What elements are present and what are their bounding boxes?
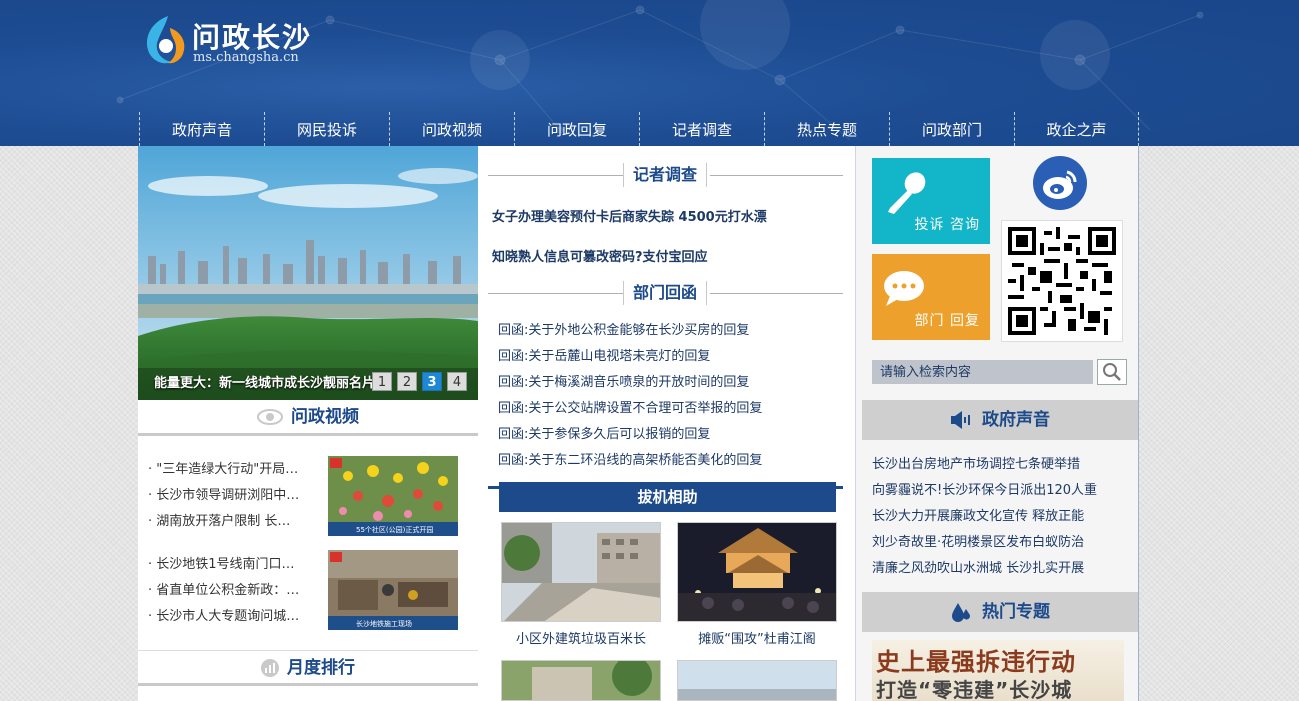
photo-caption[interactable]: 摊贩“围攻”杜甫江阁 [677,628,837,647]
nav-item-reporter[interactable]: 记者调查 [639,112,764,146]
banner-page-1[interactable]: 1 [372,372,392,391]
site-domain: ms.changsha.cn [193,50,299,65]
list-item[interactable]: · 省直单位公积金新政：… [148,578,318,604]
thumbnail-caption: 55个社区(公园)正式开园 [356,525,433,534]
monthly-rank-heading: 月度排行 [138,650,478,686]
speaker-icon [951,411,970,429]
dept-reply-label: 部门 回复 [914,313,980,329]
reporter-headline-2[interactable]: 知晓熟人信息可篡改密码?支付宝回应 [492,246,708,265]
photo-construction-waste[interactable] [501,522,661,622]
nav-item-enterprise[interactable]: 政企之声 [1014,112,1139,146]
list-item[interactable]: 向雾霾说不!长沙环保今日派出120人重 [872,478,1097,504]
video-section-title[interactable]: 问政视频 [291,407,359,427]
dept-reply-tile[interactable]: 部门 回复 [872,254,990,340]
divider [710,175,843,176]
weibo-icon[interactable] [1033,156,1087,210]
search-input[interactable] [872,360,1093,384]
main-nav: 政府声音 网民投诉 问政视频 问政回复 记者调查 热点专题 问政部门 政企之声 [139,112,1139,146]
water-drop-icon [952,603,970,622]
divider [488,293,623,294]
topic-line-1: 史上最强拆违行动 [876,648,1076,676]
list-item[interactable]: · 长沙市人大专题询问城… [148,604,318,630]
list-item[interactable]: 回函:关于参保多久后可以报销的回复 [498,422,762,448]
nav-item-complaints[interactable]: 网民投诉 [264,112,389,146]
nav-item-departments[interactable]: 问政部门 [889,112,1014,146]
video-thumbnail-flowers[interactable]: 55个社区(公园)正式开园 [328,456,458,536]
nav-item-videos[interactable]: 问政视频 [389,112,514,146]
video-section-heading: 问政视频 [138,400,478,436]
search-button[interactable] [1097,359,1127,385]
banner-page-4[interactable]: 4 [447,372,467,391]
gov-voice-title[interactable]: 政府声音 [982,410,1050,430]
list-item[interactable]: · 长沙地铁1号线南门口… [148,552,318,578]
microphone-icon [888,172,926,214]
list-item[interactable]: 刘少奇故里·花明楼景区发布白蚁防治 [872,530,1097,556]
city-banner[interactable]: 能量更大：新一线城市成长沙靓丽名片 1 2 3 4 [138,146,478,400]
thumbnail-caption: 长沙地铁施工现场 [356,619,412,628]
list-item[interactable]: · "三年造绿大行动"开局… [148,457,318,483]
topic-line-2: 打造“零违建”长沙城 [876,678,1073,701]
photo-vendors[interactable] [677,522,837,622]
bar-chart-icon [261,659,279,677]
eye-icon [257,409,283,425]
reporter-heading: 记者调查 [488,163,843,187]
qr-code [1001,220,1123,342]
site-logo-icon[interactable] [142,14,188,66]
list-item[interactable]: 回函:关于东二环沿线的高架桥能否美化的回复 [498,448,762,474]
nav-item-replies[interactable]: 问政回复 [514,112,639,146]
list-item[interactable]: · 长沙市领导调研浏阳中… [148,483,318,509]
nav-item-hot-topics[interactable]: 热点专题 [764,112,889,146]
video-thumbnail-metro[interactable]: 长沙地铁施工现场 [328,550,458,630]
list-item[interactable]: 回函:关于公交站牌设置不合理可否举报的回复 [498,396,762,422]
hot-topic-heading: 热门专题 [862,592,1138,632]
banner-page-3[interactable]: 3 [422,372,442,391]
photo-image [502,661,660,700]
video-news-list-2: · 长沙地铁1号线南门口… · 省直单位公积金新政：… · 长沙市人大专题询问城… [148,552,318,630]
city-skyline-image [138,146,478,400]
reporter-title[interactable]: 记者调查 [623,163,708,187]
topic-banner[interactable]: 史上最强拆违行动 打造“零违建”长沙城 [872,640,1124,701]
list-item[interactable]: 回函:关于外地公积金能够在长沙买房的回复 [498,318,762,344]
dept-reply-title[interactable]: 部门回函 [623,281,708,305]
monthly-rank-title[interactable]: 月度排行 [287,658,355,678]
night-market-image [678,523,836,621]
photo-image [678,661,836,700]
street-photo-image [502,523,660,621]
gov-voice-list: 长沙出台房地产市场调控七条硬举措 向雾霾说不!长沙环保今日派出120人重 长沙大… [872,452,1097,582]
complaint-consult-label: 投诉 咨询 [914,217,980,233]
reporter-headline-1[interactable]: 女子办理美容预付卡后商家失踪 4500元打水漂 [492,206,767,225]
video-news-list-1: · "三年造绿大行动"开局… · 长沙市领导调研浏阳中… · 湖南放开落户限制 … [148,457,318,535]
banner-pager: 1 2 3 4 [372,372,467,391]
divider [710,293,843,294]
site-header: 问政长沙 ms.changsha.cn 政府声音 网民投诉 问政视频 问政回复 … [0,0,1299,146]
list-item[interactable]: 回函:关于岳麓山电视塔未亮灯的回复 [498,344,762,370]
banner-caption[interactable]: 能量更大：新一线城市成长沙靓丽名片 [154,372,375,391]
dept-reply-heading: 部门回函 [488,281,843,305]
list-item[interactable]: 回函:关于梅溪湖音乐喷泉的开放时间的回复 [498,370,762,396]
list-item[interactable]: 清廉之风劲吹山水洲城 长沙扎实开展 [872,556,1097,582]
hot-topic-title[interactable]: 热门专题 [982,602,1050,622]
search-icon [1103,363,1121,381]
divider [488,175,623,176]
right-column: 投诉 咨询 部门 回复 请输入检索内容 政府声音 长沙出台房地产市场调控七条硬举… [855,146,1139,701]
left-column: 能量更大：新一线城市成长沙靓丽名片 1 2 3 4 问政视频 · "三年造绿大行… [138,146,478,701]
list-item[interactable]: 长沙大力开展廉政文化宣传 释放正能 [872,504,1097,530]
middle-column: 记者调查 女子办理美容预付卡后商家失踪 4500元打水漂 知晓熟人信息可篡改密码… [478,146,855,701]
list-item[interactable]: 长沙出台房地产市场调控七条硬举措 [872,452,1097,478]
photo-caption[interactable]: 小区外建筑垃圾百米长 [501,628,661,647]
qr-code-icon [1008,227,1116,335]
photo-third[interactable] [501,660,661,701]
weibo-logo-icon [1043,170,1077,199]
flower-garden-image: 55个社区(公园)正式开园 [328,456,458,536]
photo-fourth[interactable] [677,660,837,701]
gov-voice-heading: 政府声音 [862,400,1138,440]
nav-item-gov-voice[interactable]: 政府声音 [139,112,264,146]
construction-site-image: 长沙地铁施工现场 [328,550,458,630]
list-item[interactable]: · 湖南放开落户限制 长… [148,509,318,535]
complaint-consult-tile[interactable]: 投诉 咨询 [872,158,990,244]
dept-reply-list: 回函:关于外地公积金能够在长沙买房的回复 回函:关于岳麓山电视塔未亮灯的回复 回… [498,318,762,474]
chat-bubble-icon [884,271,924,306]
anjian-title[interactable]: 拔机相助 [499,482,836,512]
banner-page-2[interactable]: 2 [397,372,417,391]
